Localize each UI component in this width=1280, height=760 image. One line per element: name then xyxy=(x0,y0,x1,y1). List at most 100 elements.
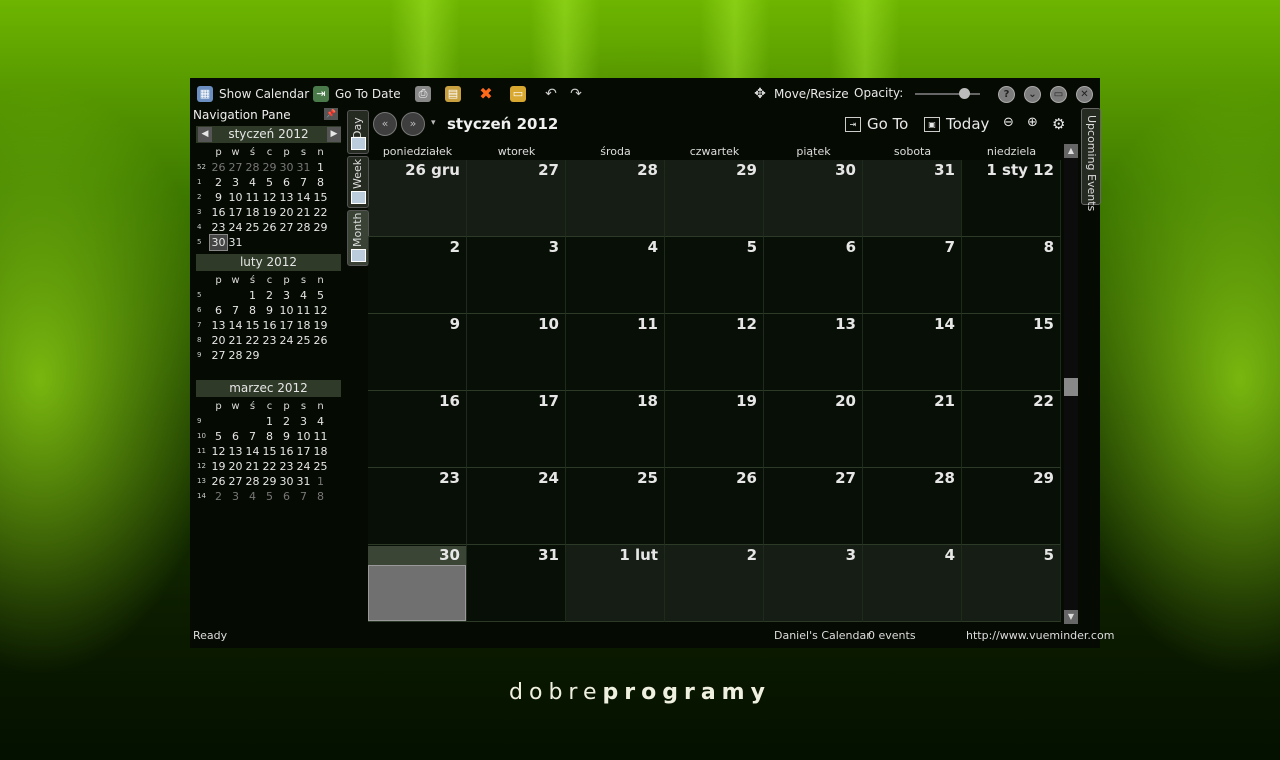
mini-day[interactable]: 27 xyxy=(278,220,295,235)
mini-day[interactable]: 19 xyxy=(312,318,329,333)
mini-day[interactable]: 21 xyxy=(244,459,261,474)
mini-day[interactable]: 20 xyxy=(227,459,244,474)
scroll-down-button[interactable]: ▼ xyxy=(1064,610,1078,624)
week-number[interactable]: 12 xyxy=(196,459,210,474)
mini-day[interactable]: 13 xyxy=(227,444,244,459)
mini-day[interactable]: 2 xyxy=(210,175,227,190)
mini-day[interactable]: 9 xyxy=(210,190,227,205)
day-cell[interactable]: 12 xyxy=(665,314,764,391)
move-resize-button[interactable]: ✥ Move/Resize xyxy=(752,86,849,102)
mini-day[interactable]: 9 xyxy=(278,429,295,444)
mini-day[interactable]: 6 xyxy=(227,429,244,444)
week-number[interactable]: 13 xyxy=(196,474,210,489)
day-cell[interactable]: 5 xyxy=(665,237,764,314)
day-cell[interactable]: 7 xyxy=(863,237,962,314)
mini-day[interactable]: 23 xyxy=(261,333,278,348)
mini-day[interactable]: 18 xyxy=(312,444,329,459)
mini-day[interactable]: 8 xyxy=(312,489,329,504)
week-number[interactable]: 6 xyxy=(196,303,210,318)
mini-day[interactable]: 31 xyxy=(295,474,312,489)
mini-day[interactable]: 7 xyxy=(244,429,261,444)
scroll-up-button[interactable]: ▲ xyxy=(1064,144,1078,158)
day-cell[interactable]: 28 xyxy=(566,160,665,237)
mini-day[interactable]: 17 xyxy=(227,205,244,220)
mini-day[interactable]: 2 xyxy=(210,489,227,504)
mini-day[interactable]: 13 xyxy=(210,318,227,333)
mini-day[interactable]: 27 xyxy=(227,160,244,175)
mini-day[interactable]: 17 xyxy=(278,318,295,333)
day-cell[interactable]: 1 sty 12 xyxy=(962,160,1061,237)
mini-day[interactable]: 22 xyxy=(312,205,329,220)
help-button[interactable]: ? xyxy=(998,86,1015,103)
zoom-in-button[interactable]: ⊕ xyxy=(1027,115,1038,130)
week-number[interactable]: 5 xyxy=(196,288,210,303)
delete-button[interactable]: ✖ xyxy=(478,86,494,102)
mini-day[interactable]: 1 xyxy=(261,414,278,429)
week-number[interactable]: 52 xyxy=(196,160,210,175)
day-cell[interactable]: 23 xyxy=(368,468,467,545)
week-number[interactable]: 11 xyxy=(196,444,210,459)
redo-button[interactable]: ↷ xyxy=(568,86,584,102)
day-cell[interactable]: 9 xyxy=(368,314,467,391)
week-number[interactable]: 4 xyxy=(196,220,210,235)
mini-day[interactable]: 21 xyxy=(295,205,312,220)
day-cell[interactable]: 26 gru xyxy=(368,160,467,237)
open-folder-button[interactable]: ▭ xyxy=(510,86,526,102)
pin-button[interactable]: 📌 xyxy=(324,108,338,120)
mini-day[interactable]: 13 xyxy=(278,190,295,205)
day-cell[interactable]: 16 xyxy=(368,391,467,468)
day-cell[interactable]: 11 xyxy=(566,314,665,391)
upcoming-events-tab[interactable]: Upcoming Events xyxy=(1081,108,1101,211)
mini-day[interactable]: 12 xyxy=(261,190,278,205)
day-cell[interactable]: 3 xyxy=(467,237,566,314)
mini-day[interactable]: 26 xyxy=(261,220,278,235)
day-cell[interactable]: 2 xyxy=(368,237,467,314)
mini-next-button[interactable]: ▶ xyxy=(327,127,341,142)
mini-day[interactable]: 1 xyxy=(312,160,329,175)
mini-day[interactable]: 22 xyxy=(261,459,278,474)
mini-day[interactable]: 7 xyxy=(295,175,312,190)
mini-day[interactable]: 3 xyxy=(227,175,244,190)
go-to-date-button[interactable]: ⇥ Go To Date xyxy=(313,86,401,102)
mini-day[interactable]: 28 xyxy=(295,220,312,235)
mini-day[interactable]: 24 xyxy=(227,220,244,235)
tab-week[interactable]: Week xyxy=(347,156,369,208)
website-link[interactable]: http://www.vueminder.com xyxy=(966,629,1114,642)
mini-day[interactable]: 6 xyxy=(210,303,227,318)
mini-day[interactable]: 28 xyxy=(244,474,261,489)
day-cell[interactable]: 21 xyxy=(863,391,962,468)
day-cell[interactable]: 31 xyxy=(467,545,566,622)
mini-day[interactable]: 20 xyxy=(210,333,227,348)
day-cell[interactable]: 4 xyxy=(863,545,962,622)
tab-day[interactable]: Day xyxy=(347,110,369,154)
mini-day[interactable]: 26 xyxy=(210,474,227,489)
mini-day[interactable]: 10 xyxy=(278,303,295,318)
mini-day[interactable]: 24 xyxy=(295,459,312,474)
mini-day[interactable]: 4 xyxy=(312,414,329,429)
mini-day[interactable]: 16 xyxy=(278,444,295,459)
mini-day[interactable]: 25 xyxy=(244,220,261,235)
scrollbar-thumb[interactable] xyxy=(1064,378,1078,396)
mini-day[interactable]: 25 xyxy=(295,333,312,348)
mini-day[interactable]: 16 xyxy=(261,318,278,333)
day-cell[interactable]: 19 xyxy=(665,391,764,468)
mini-day[interactable]: 11 xyxy=(312,429,329,444)
mini-day[interactable]: 18 xyxy=(295,318,312,333)
mini-day[interactable]: 28 xyxy=(244,160,261,175)
previous-button[interactable]: « xyxy=(373,112,397,136)
week-number[interactable]: 14 xyxy=(196,489,210,504)
mini-day[interactable]: 17 xyxy=(295,444,312,459)
mini-day[interactable]: 10 xyxy=(295,429,312,444)
mini-day[interactable]: 27 xyxy=(227,474,244,489)
day-cell[interactable]: 10 xyxy=(467,314,566,391)
mini-day[interactable]: 8 xyxy=(312,175,329,190)
mini-day[interactable]: 14 xyxy=(227,318,244,333)
mini-day[interactable]: 29 xyxy=(261,474,278,489)
day-cell[interactable]: 31 xyxy=(863,160,962,237)
show-calendar-button[interactable]: ▦ Show Calendar xyxy=(197,86,309,102)
mini-day[interactable]: 3 xyxy=(295,414,312,429)
mini-day[interactable]: 20 xyxy=(278,205,295,220)
day-cell[interactable]: 22 xyxy=(962,391,1061,468)
mini-day[interactable]: 10 xyxy=(227,190,244,205)
day-cell[interactable]: 15 xyxy=(962,314,1061,391)
